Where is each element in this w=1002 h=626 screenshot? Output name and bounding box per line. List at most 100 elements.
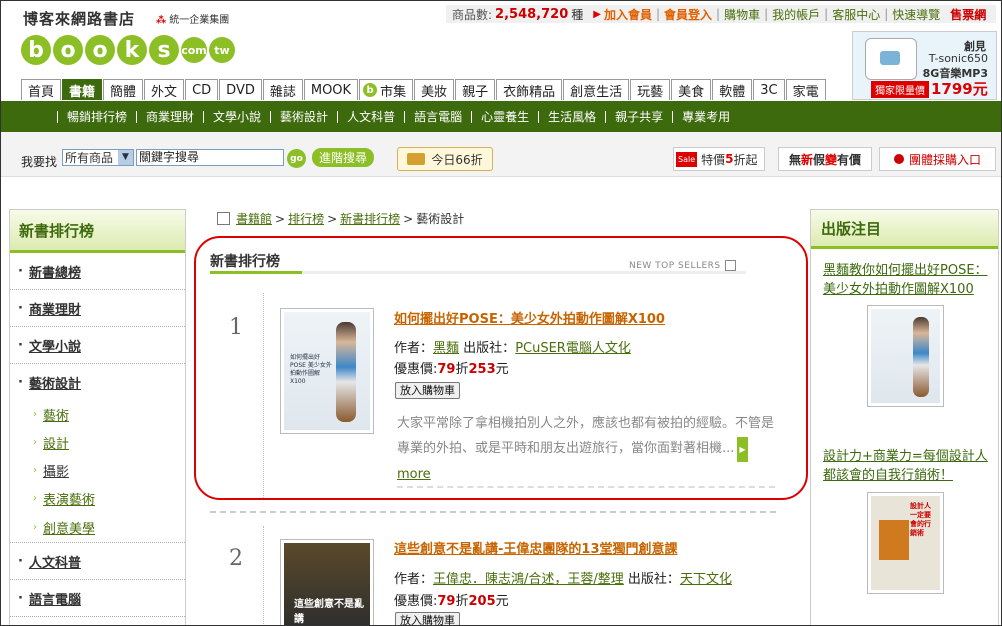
section-underline xyxy=(210,271,746,274)
top-utility-bar: 商品數: 2,548,720 種 ▶ 加入會員 | 會員登入 | 購物車 | 我… xyxy=(446,5,996,23)
sidebar-cat-literature[interactable]: · 文學小說 xyxy=(10,327,185,364)
author-link[interactable]: 黑麵 xyxy=(433,341,459,356)
subnav-item-8[interactable]: 親子共享 xyxy=(605,110,672,123)
today-discount-button[interactable]: 今日66折 xyxy=(397,147,493,171)
tab-1[interactable]: 書籍 xyxy=(62,79,103,100)
sidebar-sub-performance[interactable]: › 表演藝術 xyxy=(10,484,185,512)
subnav-item-0[interactable]: 暢銷排行榜 xyxy=(57,110,136,123)
add-to-cart-button[interactable]: 放入購物車 xyxy=(395,382,460,399)
book-cover[interactable]: 如何擺出好POSE 美少女外拍動作圖解X100 xyxy=(280,308,374,434)
tab-9[interactable]: 美妝 xyxy=(414,79,455,100)
sidebar-sub-design[interactable]: › 設計 xyxy=(10,428,185,456)
search-category-select[interactable]: 所有商品 ▼ xyxy=(62,149,134,166)
tab-14[interactable]: 美食 xyxy=(671,79,712,100)
no-fake-button[interactable]: 無新假變有價 xyxy=(778,147,872,171)
sale-button[interactable]: Sale 特價 5 折起 xyxy=(673,147,765,171)
featured-book-cover[interactable] xyxy=(867,305,944,407)
book-icon xyxy=(217,212,230,225)
chevron-right-icon: › xyxy=(33,436,37,448)
tab-12[interactable]: 創意生活 xyxy=(563,79,630,100)
cart-link[interactable]: 購物車 xyxy=(724,6,760,23)
breadcrumb-new-ranking[interactable]: 新書排行榜 xyxy=(340,210,400,227)
tab-10[interactable]: 親子 xyxy=(455,79,496,100)
featured-book-link[interactable]: 設計力+商業力=每個設計人都該會的自我行銷術！ xyxy=(823,447,995,485)
author-link[interactable]: 王偉忠．陳志鴻/合述，王蓉/整理 xyxy=(433,572,624,587)
site-logo-text[interactable]: 博客來網路書店 xyxy=(23,8,135,29)
group-purchase-button[interactable]: 團體採購入口 xyxy=(879,147,996,171)
subnav-item-1[interactable]: 商業理財 xyxy=(136,110,203,123)
book-rank: 2 xyxy=(229,546,243,571)
sidebar-cat-humanities[interactable]: · 人文科普 xyxy=(10,543,185,580)
tab-0[interactable]: 首頁 xyxy=(21,79,62,100)
mp3-player-image xyxy=(865,38,917,80)
tab-17[interactable]: 家電 xyxy=(785,79,826,100)
subnav-item-2[interactable]: 文學小說 xyxy=(203,110,270,123)
ad-tag: 獨家限量價 xyxy=(871,81,929,98)
book-icon xyxy=(407,153,426,165)
ad-model: T-sonic650 xyxy=(928,52,988,65)
sidebar-cat-art-design[interactable]: · 藝術設計 xyxy=(10,364,185,400)
main-category-tabs: 首頁 書籍 簡體 外文 CD DVD 雜誌 MOOK b 市集 美妝 親子 衣飾精品 創意生活 玩藝 美食 軟體… xyxy=(21,79,826,101)
product-count-label: 商品數: xyxy=(452,7,493,22)
tab-13[interactable]: 玩藝 xyxy=(630,79,671,100)
tab-16[interactable]: 3C xyxy=(753,79,785,100)
guide-link[interactable]: 快速導覽 xyxy=(892,6,940,23)
advanced-search-button[interactable]: 進階搜尋 xyxy=(312,148,374,167)
publisher-link[interactable]: 天下文化 xyxy=(680,572,732,587)
featured-book-cover[interactable]: 設計人一定要會的行銷術 xyxy=(867,492,944,594)
tab-5[interactable]: DVD xyxy=(219,79,262,100)
subnav-item-4[interactable]: 人文科普 xyxy=(337,110,404,123)
publisher-link[interactable]: PCuSER電腦人文化 xyxy=(515,341,631,356)
search-go-button[interactable]: go xyxy=(287,149,306,168)
subnav-item-3[interactable]: 藝術設計 xyxy=(270,110,337,123)
service-link[interactable]: 客服中心 xyxy=(832,6,880,23)
site-logo[interactable]: b o o k s com tw xyxy=(21,30,235,70)
tab-4[interactable]: CD xyxy=(185,79,219,100)
section-title: 新書排行榜 xyxy=(210,254,280,270)
ticket-store-link[interactable]: 售票網 xyxy=(950,6,986,23)
sidebar-sub-photo[interactable]: › 攝影 xyxy=(10,456,185,484)
tab-7[interactable]: MOOK xyxy=(303,79,359,100)
join-member-link[interactable]: 加入會員 xyxy=(604,6,652,23)
sidebar-sub-aesthetics[interactable]: › 創意美學 xyxy=(10,512,185,543)
sale-tag-icon: Sale xyxy=(676,151,698,167)
subnav-item-9[interactable]: 專業考用 xyxy=(672,110,739,123)
bshop-icon: b xyxy=(363,83,378,97)
product-count-unit: 種 xyxy=(571,7,584,22)
logo-com: com xyxy=(181,37,207,63)
grid-icon xyxy=(724,260,736,271)
tab-6[interactable]: 雜誌 xyxy=(262,79,303,100)
logo-tw: tw xyxy=(209,37,235,63)
chevron-right-icon: › xyxy=(33,464,37,476)
account-link[interactable]: 我的帳戶 xyxy=(772,6,820,23)
sidebar-sub-art[interactable]: › 藝術 xyxy=(10,400,185,428)
subnav-item-7[interactable]: 生活風格 xyxy=(538,110,605,123)
book-price: 優惠價:79折205元 xyxy=(394,594,509,609)
login-link[interactable]: 會員登入 xyxy=(664,6,712,23)
book-author-publisher: 作者：王偉忠．陳志鴻/合述，王蓉/整理 出版社：天下文化 xyxy=(394,572,732,587)
book-cover[interactable]: 這些創意不是亂講 xyxy=(280,539,374,625)
book-title-link[interactable]: 這些創意不是亂講-王偉忠團隊的13堂獨門創意課 xyxy=(394,538,678,557)
sidebar-cat-business[interactable]: · 商業理財 xyxy=(10,290,185,327)
subnav-item-6[interactable]: 心靈養生 xyxy=(471,110,538,123)
search-input[interactable]: 關鍵字搜尋 xyxy=(136,149,284,166)
tab-3[interactable]: 外文 xyxy=(144,79,185,100)
featured-book-link[interactable]: 黑麵教你如何擺出好POSE：美少女外拍動作圖解X100 xyxy=(823,261,995,299)
right-sidebar-title: 出版注目 xyxy=(811,210,998,249)
tab-8[interactable]: b 市集 xyxy=(359,79,414,100)
subnav-item-5[interactable]: 語言電腦 xyxy=(404,110,471,123)
more-link[interactable]: more xyxy=(397,467,431,482)
tab-15[interactable]: 軟體 xyxy=(712,79,753,100)
sidebar-cat-language-computer[interactable]: · 語言電腦 xyxy=(10,580,185,617)
sidebar-cat-new-all[interactable]: · 新書總榜 xyxy=(10,253,185,290)
breadcrumb-ranking[interactable]: 排行榜 xyxy=(288,210,324,227)
left-sidebar-title: 新書排行榜 xyxy=(10,210,185,253)
tab-2[interactable]: 簡體 xyxy=(103,79,144,100)
breadcrumb-books[interactable]: 書籍館 xyxy=(236,210,272,227)
add-to-cart-button[interactable]: 放入購物車 xyxy=(395,612,460,625)
book-title-link[interactable]: 如何擺出好POSE：美少女外拍動作圖解X100 xyxy=(394,308,665,327)
tab-11[interactable]: 衣飾精品 xyxy=(496,79,563,100)
arrow-circle-icon xyxy=(893,154,904,164)
mp3-ad-banner[interactable]: 創見 T-sonic650 8G音樂MP3 獨家限量價 1799元 xyxy=(852,31,997,100)
breadcrumb: 書籍館 > 排行榜 > 新書排行榜 > 藝術設計 xyxy=(217,210,464,227)
